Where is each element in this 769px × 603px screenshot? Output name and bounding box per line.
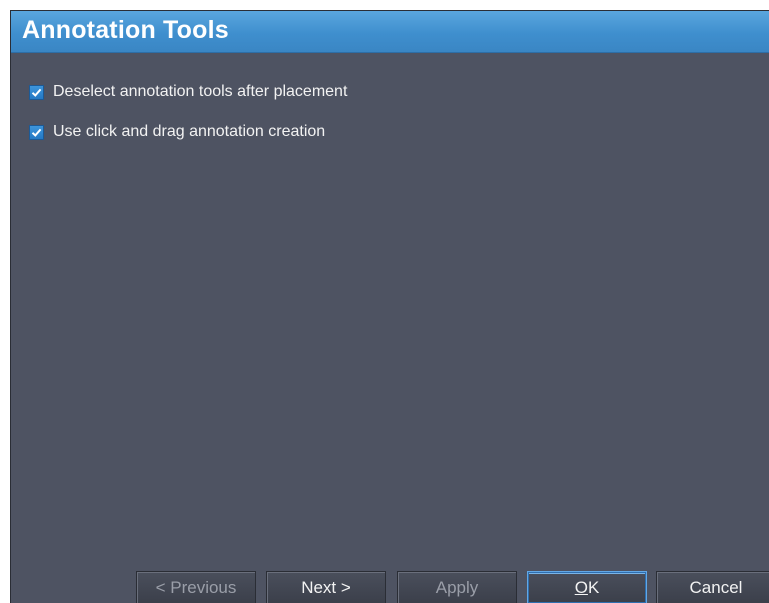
cancel-button[interactable]: Cancel — [656, 571, 769, 603]
next-button[interactable]: Next > — [266, 571, 386, 603]
panel-title: Annotation Tools — [22, 16, 229, 44]
deselect-after-placement-label: Deselect annotation tools after placemen… — [53, 83, 348, 100]
ok-label-rest: K — [587, 577, 600, 597]
annotation-tools-panel: Annotation Tools Deselect annotation too… — [10, 10, 769, 603]
checkmark-icon — [30, 125, 43, 139]
title-bar: Annotation Tools — [11, 11, 769, 53]
option-click-and-drag[interactable]: Use click and drag annotation creation — [29, 121, 325, 143]
click-and-drag-checkbox[interactable] — [29, 124, 44, 140]
option-deselect-after-placement[interactable]: Deselect annotation tools after placemen… — [29, 81, 347, 103]
ok-button[interactable]: OK — [527, 571, 647, 603]
previous-button[interactable]: < Previous — [136, 571, 256, 603]
apply-button[interactable]: Apply — [397, 571, 517, 603]
ok-mnemonic: O — [574, 577, 588, 597]
deselect-after-placement-checkbox[interactable] — [29, 84, 44, 100]
checkmark-icon — [30, 85, 43, 99]
click-and-drag-label: Use click and drag annotation creation — [53, 123, 326, 140]
